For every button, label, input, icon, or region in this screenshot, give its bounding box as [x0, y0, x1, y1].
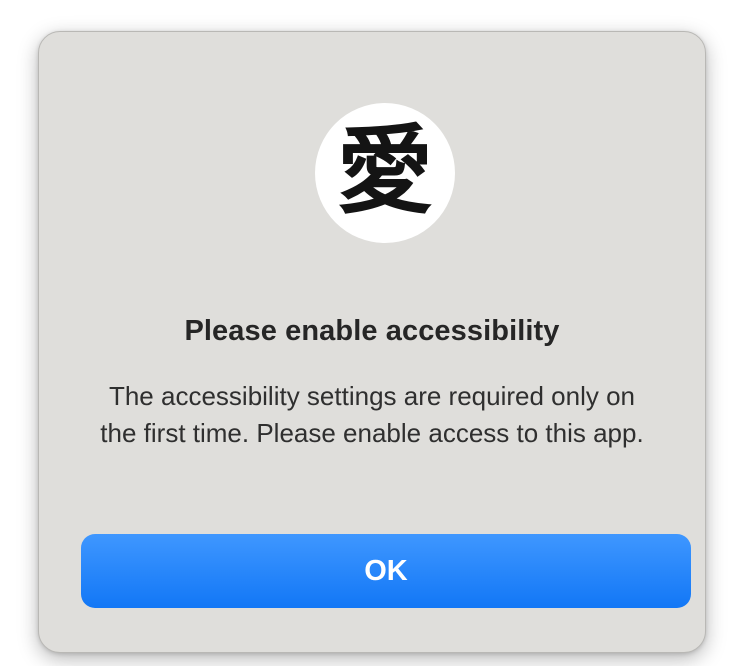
dialog-title: Please enable accessibility: [184, 315, 560, 347]
dialog-message: The accessibility settings are required …: [100, 381, 644, 448]
kanji-ai-icon: 愛: [337, 114, 433, 227]
ok-button[interactable]: OK: [81, 534, 691, 608]
app-icon: 愛: [315, 103, 455, 243]
accessibility-alert-dialog: 愛 Please enable accessibility The access…: [38, 31, 706, 653]
